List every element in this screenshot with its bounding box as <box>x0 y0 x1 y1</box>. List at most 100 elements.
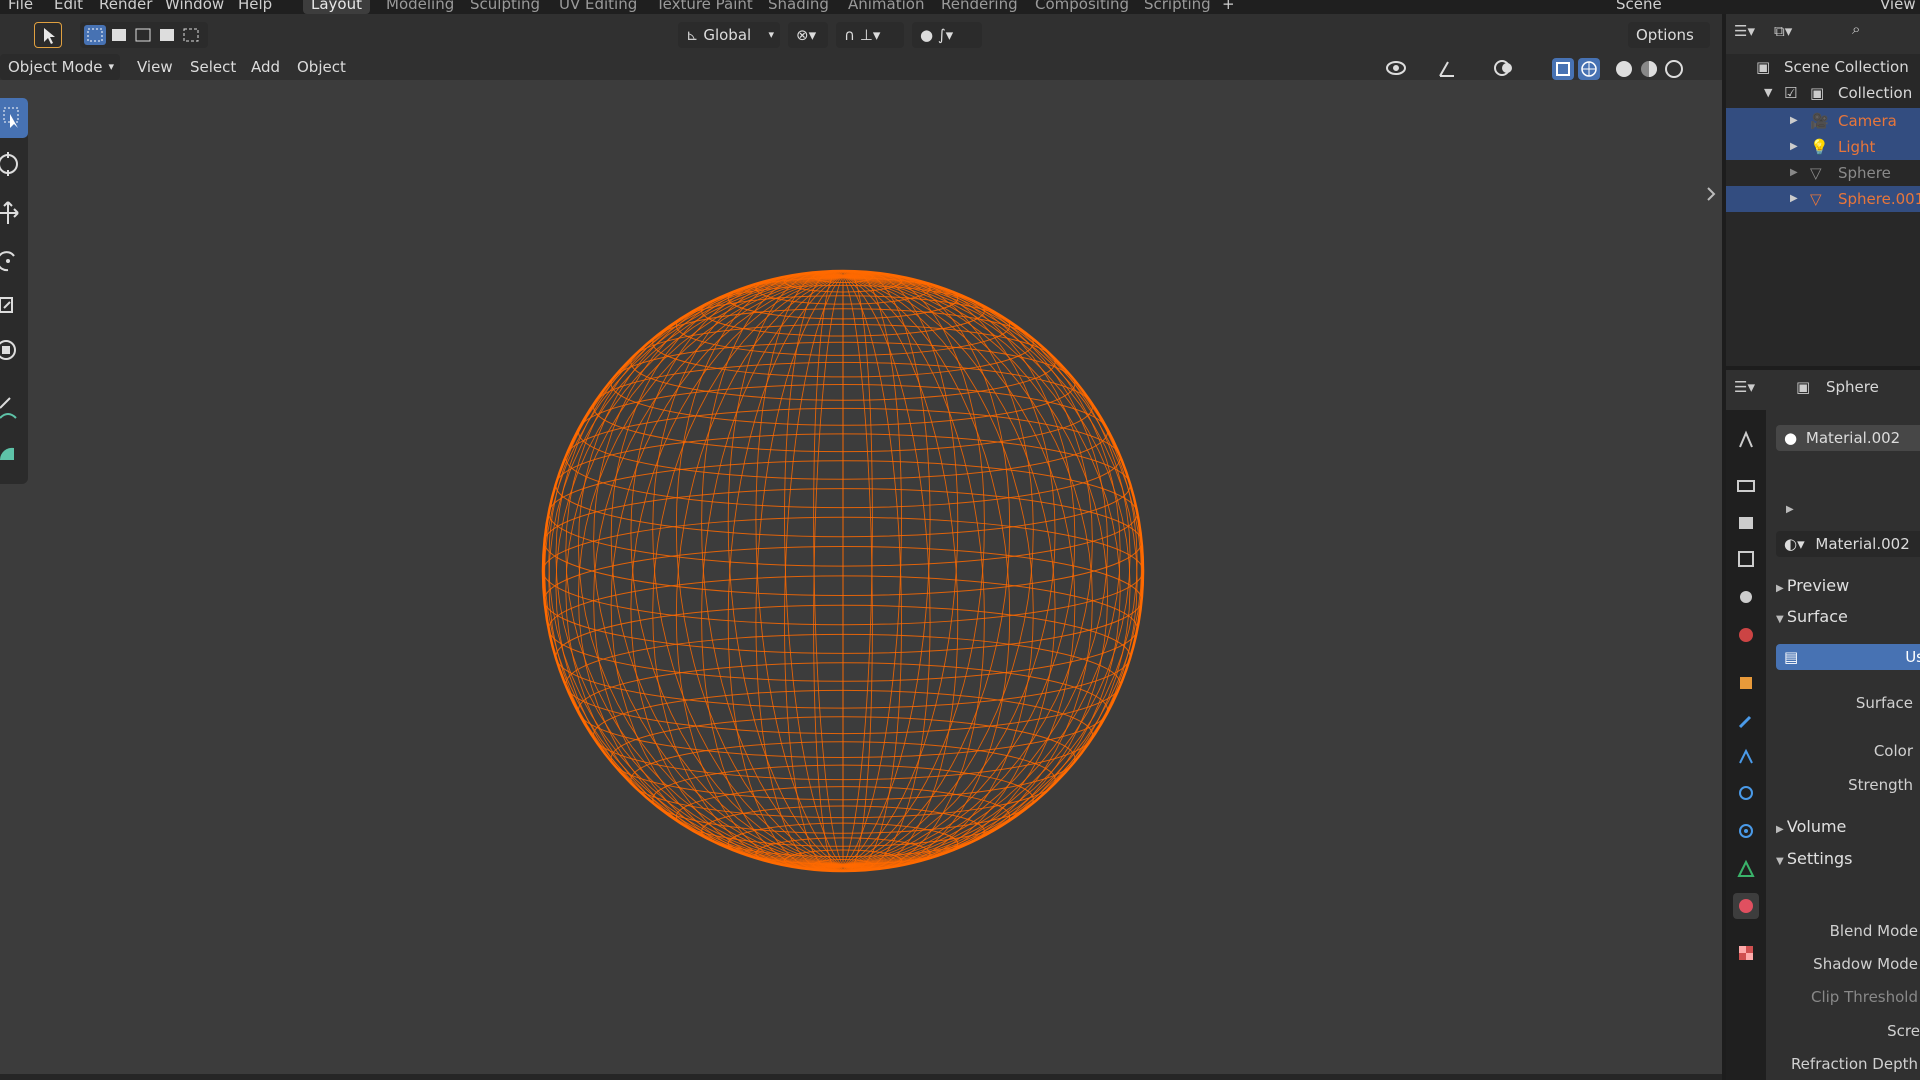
select-invert-icon[interactable] <box>160 29 174 41</box>
panel-settings[interactable]: ▼ Settings <box>1776 849 1853 868</box>
measure-tool[interactable] <box>0 434 28 474</box>
material-tab-icon[interactable] <box>1733 893 1759 919</box>
cursor-arrow-icon <box>44 28 55 44</box>
cursor-tool[interactable] <box>0 146 28 186</box>
options-dropdown[interactable]: Options ▾ <box>1628 22 1710 71</box>
tab-compositing[interactable]: Compositing <box>1027 0 1137 14</box>
gizmo-icon[interactable] <box>1439 61 1454 77</box>
panel-volume[interactable]: ▶ Volume <box>1776 817 1846 836</box>
move-tool[interactable] <box>0 194 28 234</box>
render-tab-icon[interactable] <box>1733 472 1759 498</box>
material-browse-icon: ◐▾ <box>1784 535 1805 553</box>
select-subtract-icon[interactable] <box>135 28 151 42</box>
checkbox-icon[interactable]: ☑ <box>1784 80 1797 106</box>
wireframe-shading-icon[interactable] <box>1578 58 1600 80</box>
snapping-group[interactable]: ∩ ⊥▾ <box>836 22 904 48</box>
transform-tool[interactable] <box>0 332 28 372</box>
select-box-tool[interactable] <box>0 98 28 138</box>
search-icon[interactable]: ⌕ <box>1852 20 1860 38</box>
outliner-item-camera[interactable]: ▶ 🎥 Camera <box>1726 108 1920 134</box>
menu-help[interactable]: Help <box>238 0 272 13</box>
expand-arrow-icon[interactable]: ▼ <box>1764 80 1772 106</box>
object-tab-icon[interactable] <box>1733 670 1759 696</box>
physics-tab-icon[interactable] <box>1733 780 1759 806</box>
tab-animation[interactable]: Animation <box>840 0 932 14</box>
select-new-icon[interactable] <box>84 25 106 45</box>
menu-file[interactable]: File <box>8 0 33 13</box>
texture-tab-icon[interactable] <box>1733 940 1759 966</box>
scene-tab-icon[interactable] <box>1733 584 1759 610</box>
expand-arrow-icon[interactable]: ▶ <box>1790 160 1798 186</box>
scale-tool[interactable] <box>0 286 28 326</box>
tool-settings-tab-icon[interactable] <box>1733 426 1759 452</box>
editor-type-icon[interactable]: ☰▾ <box>1734 378 1755 396</box>
world-tab-icon[interactable] <box>1733 622 1759 648</box>
panel-expanded-icon: ▼ <box>1776 614 1787 625</box>
expand-arrow-icon[interactable]: ▶ <box>1786 504 1794 515</box>
panel-preview[interactable]: ▶ Preview <box>1776 576 1849 595</box>
select-extend-icon[interactable] <box>112 29 126 41</box>
editor-type-icon[interactable]: ☰▾ <box>1734 22 1755 40</box>
tab-rendering[interactable]: Rendering <box>933 0 1026 14</box>
outliner-item-light[interactable]: ▶ 💡 Light <box>1726 134 1920 160</box>
proportional-editing-group[interactable]: ● ∫▾ <box>912 22 982 48</box>
tab-scripting[interactable]: Scripting <box>1136 0 1219 14</box>
output-tab-icon[interactable] <box>1733 510 1759 536</box>
tab-shading[interactable]: Shading <box>760 0 837 14</box>
use-nodes-button[interactable]: ▤ Us <box>1776 644 1920 670</box>
expand-arrow-icon[interactable]: ▶ <box>1790 108 1798 134</box>
rendered-shading-icon[interactable] <box>1665 60 1683 78</box>
select-intersect-icon[interactable] <box>183 28 199 42</box>
object-data-tab-icon[interactable] <box>1733 856 1759 882</box>
display-mode-icon[interactable]: ⧉▾ <box>1774 22 1792 40</box>
particles-tab-icon[interactable] <box>1733 744 1759 770</box>
wireframe-sphere[interactable] <box>541 269 1145 873</box>
visibility-eye-icon[interactable] <box>1386 61 1406 75</box>
menu-add[interactable]: Add <box>251 54 280 80</box>
chevron-down-icon: ▾ <box>108 60 114 73</box>
selection-mode-group <box>80 22 208 48</box>
menu-view[interactable]: View <box>137 54 173 80</box>
tab-layout[interactable]: Layout <box>303 0 370 14</box>
add-workspace-icon[interactable]: + <box>1222 0 1235 13</box>
tab-modeling[interactable]: Modeling <box>378 0 462 14</box>
modifiers-tab-icon[interactable] <box>1733 708 1759 734</box>
tab-texture-paint[interactable]: Texture Paint <box>648 0 761 14</box>
menu-render[interactable]: Render <box>99 0 152 13</box>
tab-sculpting[interactable]: Sculpting <box>462 0 548 14</box>
annotate-tool[interactable] <box>0 388 28 428</box>
menu-window[interactable]: Window <box>165 0 224 13</box>
material-slot-item[interactable]: ● Material.002 <box>1776 425 1920 451</box>
pivot-icon: ⊗▾ <box>796 26 817 44</box>
constraints-tab-icon[interactable] <box>1733 818 1759 844</box>
menu-edit[interactable]: Edit <box>54 0 83 13</box>
mode-dropdown[interactable]: Object Mode ▾ <box>0 54 120 80</box>
expand-arrow-icon[interactable]: ▶ <box>1790 134 1798 160</box>
collection-icon: ▣ <box>1756 58 1771 76</box>
active-tool-button[interactable] <box>34 22 62 48</box>
viewport-canvas[interactable] <box>0 80 1722 1074</box>
scene-name[interactable]: Scene <box>1616 0 1662 13</box>
tab-uv-editing[interactable]: UV Editing <box>551 0 645 14</box>
outliner-collection[interactable]: ▼ ☑ ▣ Collection <box>1726 80 1920 106</box>
material-selector[interactable]: ◐▾ Material.002 <box>1776 531 1920 557</box>
view-layer-tab-icon[interactable] <box>1733 546 1759 572</box>
outliner-scene-collection[interactable]: ▣ Scene Collection <box>1726 54 1920 80</box>
outliner-item-sphere-001[interactable]: ▶ ▽ Sphere.001 <box>1726 186 1920 212</box>
chevron-down-icon: ▾ <box>768 28 774 41</box>
rotate-tool[interactable] <box>0 240 28 280</box>
expand-arrow-icon[interactable]: ▶ <box>1790 186 1798 212</box>
material-shading-icon[interactable] <box>1641 61 1657 77</box>
panel-surface[interactable]: ▼ Surface <box>1776 607 1848 626</box>
outliner-item-sphere[interactable]: ▶ ▽ Sphere <box>1726 160 1920 186</box>
transform-orientation-dropdown[interactable]: ⊾ Global ▾ <box>678 22 780 48</box>
clip-threshold-label: Clip Threshold <box>1810 988 1918 1006</box>
collapse-sidebar-icon[interactable] <box>1707 187 1716 201</box>
menu-object[interactable]: Object <box>297 54 346 80</box>
view-layer-name[interactable]: View <box>1880 0 1916 13</box>
overlays-icon[interactable] <box>1494 60 1512 76</box>
xray-toggle-icon[interactable] <box>1552 58 1574 80</box>
solid-shading-icon[interactable] <box>1616 61 1632 77</box>
menu-select[interactable]: Select <box>190 54 236 80</box>
pivot-point-dropdown[interactable]: ⊗▾ <box>788 22 828 48</box>
